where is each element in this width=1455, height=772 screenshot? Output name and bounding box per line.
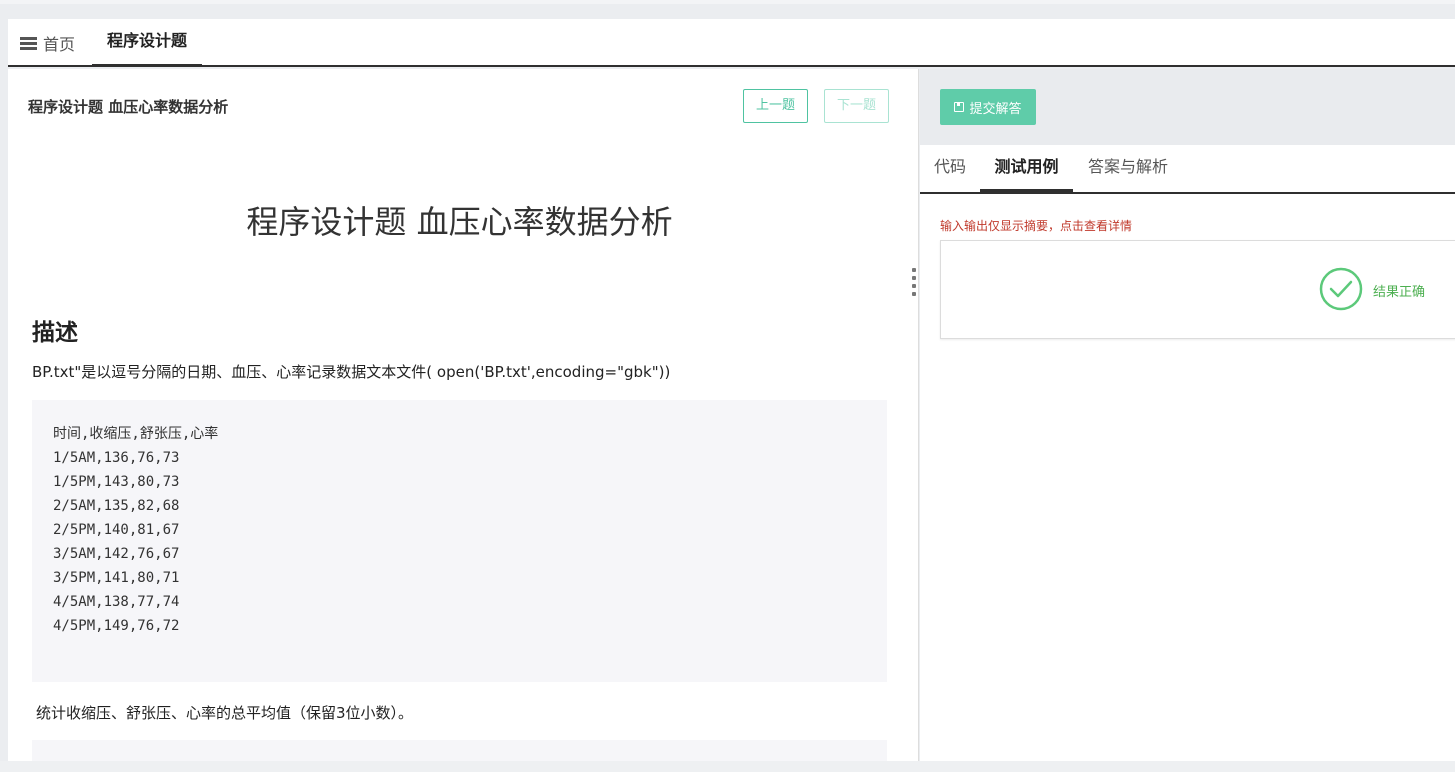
- save-icon: [954, 102, 965, 112]
- problem-description: BP.txt"是以逗号分隔的日期、血压、心率记录数据文本文件( open('BP…: [32, 363, 671, 381]
- panel-resize-handle[interactable]: [912, 268, 916, 304]
- check-circle-icon: [1319, 267, 1363, 311]
- subtab-answer-analysis[interactable]: 答案与解析: [1080, 145, 1176, 192]
- code-line: 2/5AM,135,82,68: [53, 498, 180, 514]
- output-code-block: [32, 740, 887, 761]
- code-line: 时间,收缩压,舒张压,心率: [53, 426, 219, 442]
- answer-toolbar: 提交解答: [920, 69, 1455, 145]
- bottom-strip: [0, 761, 1455, 772]
- tab-bar: 首页 程序设计题: [8, 19, 1455, 67]
- submit-answer-button[interactable]: 提交解答: [940, 89, 1036, 125]
- test-case-result[interactable]: 结果正确: [940, 240, 1455, 339]
- subtab-code[interactable]: 代码: [920, 145, 980, 192]
- code-line: 1/5PM,143,80,73: [53, 474, 180, 490]
- problem-title: 程序设计题 血压心率数据分析: [246, 203, 673, 241]
- code-lines: 时间,收缩压,舒张压,心率 1/5AM,136,76,73 1/5PM,143,…: [53, 422, 218, 638]
- menu-list-icon: [20, 36, 37, 50]
- code-line: 2/5PM,140,81,67: [53, 522, 180, 538]
- code-line: 3/5PM,141,80,71: [53, 570, 180, 586]
- tab-home[interactable]: 首页: [20, 31, 75, 55]
- result-status-text: 结果正确: [1373, 285, 1426, 300]
- tab-problem[interactable]: 程序设计题: [92, 19, 202, 67]
- submit-answer-label: 提交解答: [969, 101, 1022, 117]
- code-line: 4/5PM,149,76,72: [53, 618, 180, 634]
- next-question-button[interactable]: 下一题: [824, 89, 889, 123]
- answer-subtabs: 代码 测试用例 答案与解析: [920, 145, 1455, 194]
- code-line: 4/5AM,138,77,74: [53, 594, 180, 610]
- code-line: 3/5AM,142,76,67: [53, 546, 180, 562]
- subtab-test-cases[interactable]: 测试用例: [980, 145, 1073, 192]
- answer-panel: 提交解答 代码 测试用例 答案与解析 输入输出仅显示摘要，点击查看详情 结果正确: [920, 69, 1455, 761]
- top-strip: [0, 0, 1455, 4]
- task-statement: 统计收缩压、舒张压、心率的总平均值（保留3位小数）。: [36, 704, 414, 722]
- summary-hint[interactable]: 输入输出仅显示摘要，点击查看详情: [940, 217, 1132, 234]
- code-line: 1/5AM,136,76,73: [53, 450, 180, 466]
- problem-panel: 程序设计题 血压心率数据分析 上一题 下一题 程序设计题 血压心率数据分析 描述…: [8, 69, 919, 761]
- data-sample-code-block: 时间,收缩压,舒张压,心率 1/5AM,136,76,73 1/5PM,143,…: [32, 400, 887, 682]
- section-heading-description: 描述: [32, 320, 78, 346]
- prev-question-button[interactable]: 上一题: [743, 89, 808, 123]
- problem-header-title: 程序设计题 血压心率数据分析: [28, 98, 229, 116]
- tab-home-label: 首页: [43, 35, 76, 54]
